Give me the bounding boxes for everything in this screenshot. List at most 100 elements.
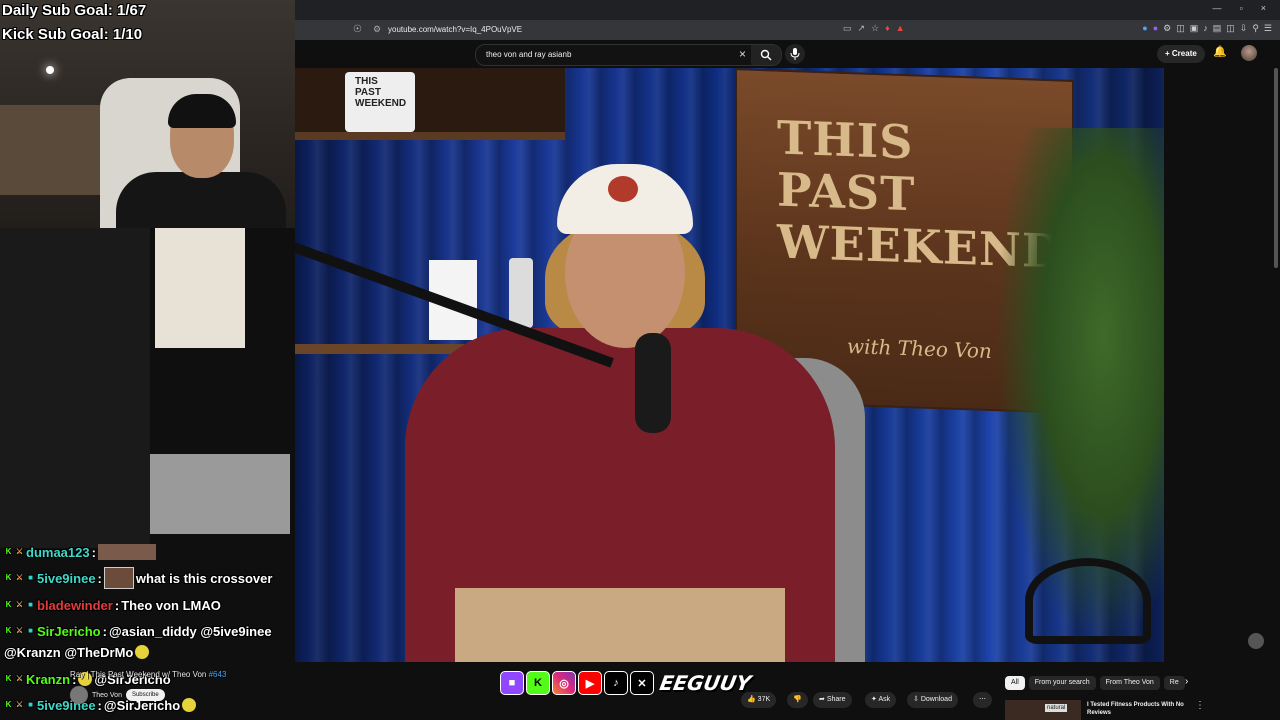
maximize-icon[interactable]: ▫ (1240, 3, 1243, 13)
bell-icon[interactable]: 🔔 (1213, 45, 1227, 58)
download-button[interactable]: ⇩ Download (907, 692, 958, 708)
sword-badge-icon: ⚔ (15, 573, 24, 582)
voice-search-button[interactable] (785, 44, 805, 64)
site-info-icon[interactable]: ⚙ (373, 24, 381, 35)
puzzle-icon[interactable]: ⚙ (1163, 23, 1171, 34)
can (509, 258, 533, 328)
face-emote (103, 567, 134, 589)
kick-badge-icon: K (5, 573, 12, 582)
ask-button[interactable]: ✦ Ask (865, 692, 897, 708)
share-page-icon[interactable]: ↗ (858, 23, 866, 34)
channel-avatar[interactable] (70, 686, 88, 704)
chip-related[interactable]: Re (1163, 676, 1185, 690)
more-vert-icon[interactable]: ⋮ (1195, 700, 1205, 711)
related-chips: All From your search From Theo Von Re (1005, 676, 1185, 690)
channel-row: Theo Von Subscribe (70, 686, 165, 704)
chat-text: @Kranzn @TheDrMo (4, 644, 134, 660)
more-actions-button[interactable]: ⋯ (973, 692, 992, 708)
close-window-icon[interactable]: × (1261, 3, 1266, 13)
sword-badge-icon: ⚔ (15, 626, 24, 635)
webcam-bed (0, 105, 110, 195)
tiktok-icon: ♪ (604, 671, 628, 695)
stream-background (0, 228, 290, 548)
download-label: Download (920, 696, 952, 703)
webcam-light (46, 66, 54, 74)
cast-icon[interactable]: ▭ (843, 23, 852, 34)
subscribe-button[interactable]: Subscribe (125, 689, 165, 701)
sub-badge-icon: ■ (28, 600, 33, 609)
socials-bar: ■ K ◎ ▶ ♪ ✕ EEGUUY (500, 668, 753, 698)
video-title-text: Ray | This Past Weekend w/ Theo Von (70, 670, 207, 679)
chat-username: bladewinder (37, 597, 113, 613)
sub-badge-icon: ■ (28, 573, 33, 582)
kick-badge-icon: K (5, 674, 12, 683)
video-player[interactable]: THIS PAST WEEKEND THIS PAST WEEKEND with… (295, 68, 1164, 662)
download-icon[interactable]: ⇩ (1240, 23, 1248, 34)
recommended-title[interactable]: I Tested Fitness Products With No Review… (1087, 701, 1197, 717)
kick-badge-icon: K (5, 700, 12, 709)
create-label: Create (1171, 49, 1197, 58)
thumbnail-text: natural (1045, 704, 1068, 712)
music-icon[interactable]: ♪ (1203, 23, 1208, 34)
episode-hashtag[interactable]: #643 (209, 670, 227, 679)
split-icon[interactable]: ◫ (1226, 23, 1235, 34)
sign-text: THIS PAST WEEKEND (777, 110, 1063, 279)
chat-username: SirJericho (37, 623, 101, 639)
sword-badge-icon: ⚔ (15, 547, 24, 556)
extension-icon[interactable]: ● (1142, 23, 1147, 34)
address-bar-actions: ▭ ↗ ☆ ♦ ▲ (843, 23, 905, 34)
chat-separator: : (114, 597, 120, 613)
chip-from-search[interactable]: From your search (1028, 676, 1096, 690)
bookmark-icon[interactable]: ☉ (353, 24, 362, 35)
search-icon (760, 49, 772, 61)
dislike-button[interactable]: 👎 (787, 692, 808, 708)
channel-name[interactable]: Theo Von (92, 692, 122, 699)
chat-separator: : (97, 570, 102, 586)
page-scrollbar[interactable] (1274, 68, 1278, 268)
wallet-icon[interactable]: ▣ (1190, 23, 1199, 34)
vpn-icon[interactable]: ⚲ (1252, 23, 1259, 34)
share-icon: ➦ (819, 696, 825, 703)
like-count: 37K (757, 696, 771, 703)
close-icon[interactable]: × (739, 47, 746, 61)
chat-message: K ⚔ ■ 5ive9inee : what is this crossover (4, 567, 273, 589)
chat-text: Theo von LMAO (121, 597, 221, 613)
minimize-icon[interactable]: — (1213, 3, 1222, 13)
chip-all[interactable]: All (1005, 676, 1025, 690)
search-input[interactable]: theo von and ray asianb × (475, 44, 753, 66)
recommended-thumbnail[interactable]: natural (1005, 700, 1081, 720)
brave-rewards-icon[interactable]: ▲ (896, 23, 905, 34)
sidebar-icon[interactable]: ◫ (1176, 23, 1185, 34)
download-icon: ⇩ (913, 696, 919, 703)
chat-message: K ⚔ dumaa123 : (4, 543, 156, 561)
youtube-icon: ▶ (578, 671, 602, 695)
microphone (635, 333, 671, 433)
more-icon: ⋯ (979, 696, 986, 703)
ask-label: Ask (878, 696, 891, 703)
chip-from-channel[interactable]: From Theo Von (1099, 676, 1160, 690)
chat-message: K ⚔ ■ bladewinder : Theo von LMAO (4, 596, 221, 614)
host-pants (455, 588, 785, 662)
daily-sub-goal: Daily Sub Goal: 1/67 (2, 2, 147, 19)
chat-overlay: K ⚔ dumaa123 : K ⚔ ■ 5ive9inee : what is… (0, 540, 330, 720)
thumbs-down-icon: 👎 (793, 696, 802, 703)
account-avatar[interactable] (1241, 45, 1257, 61)
sub-badge-icon: ■ (28, 700, 33, 709)
share-button[interactable]: ➦ Share (813, 692, 852, 708)
extension-icon[interactable]: ● (1153, 23, 1158, 34)
star-icon[interactable]: ☆ (871, 23, 879, 34)
brave-shield-icon[interactable]: ♦ (885, 23, 890, 34)
search-button[interactable] (751, 44, 782, 66)
address-bar[interactable]: youtube.com/watch?v=Iq_4POuVpVE (388, 25, 522, 34)
video-actions-bar: 👍 37K 👎 ➦ Share ✦ Ask ⇩ Download ⋯ All F… (295, 662, 1280, 720)
reading-icon[interactable]: ▤ (1213, 23, 1222, 34)
address-bar-row: ☉ ⚙ youtube.com/watch?v=Iq_4POuVpVE ▭ ↗ … (295, 20, 1280, 40)
branding-watermark-icon[interactable] (1248, 633, 1264, 649)
menu-icon[interactable]: ☰ (1264, 23, 1272, 34)
create-button[interactable]: + Create (1157, 45, 1205, 63)
mug-text: THIS PAST WEEKEND (355, 76, 407, 109)
chat-text: what is this crossover (135, 570, 273, 586)
video-title[interactable]: Ray | This Past Weekend w/ Theo Von #643 (70, 670, 226, 679)
streamer-shirt (116, 172, 286, 228)
chevron-right-icon[interactable]: › (1185, 676, 1188, 687)
